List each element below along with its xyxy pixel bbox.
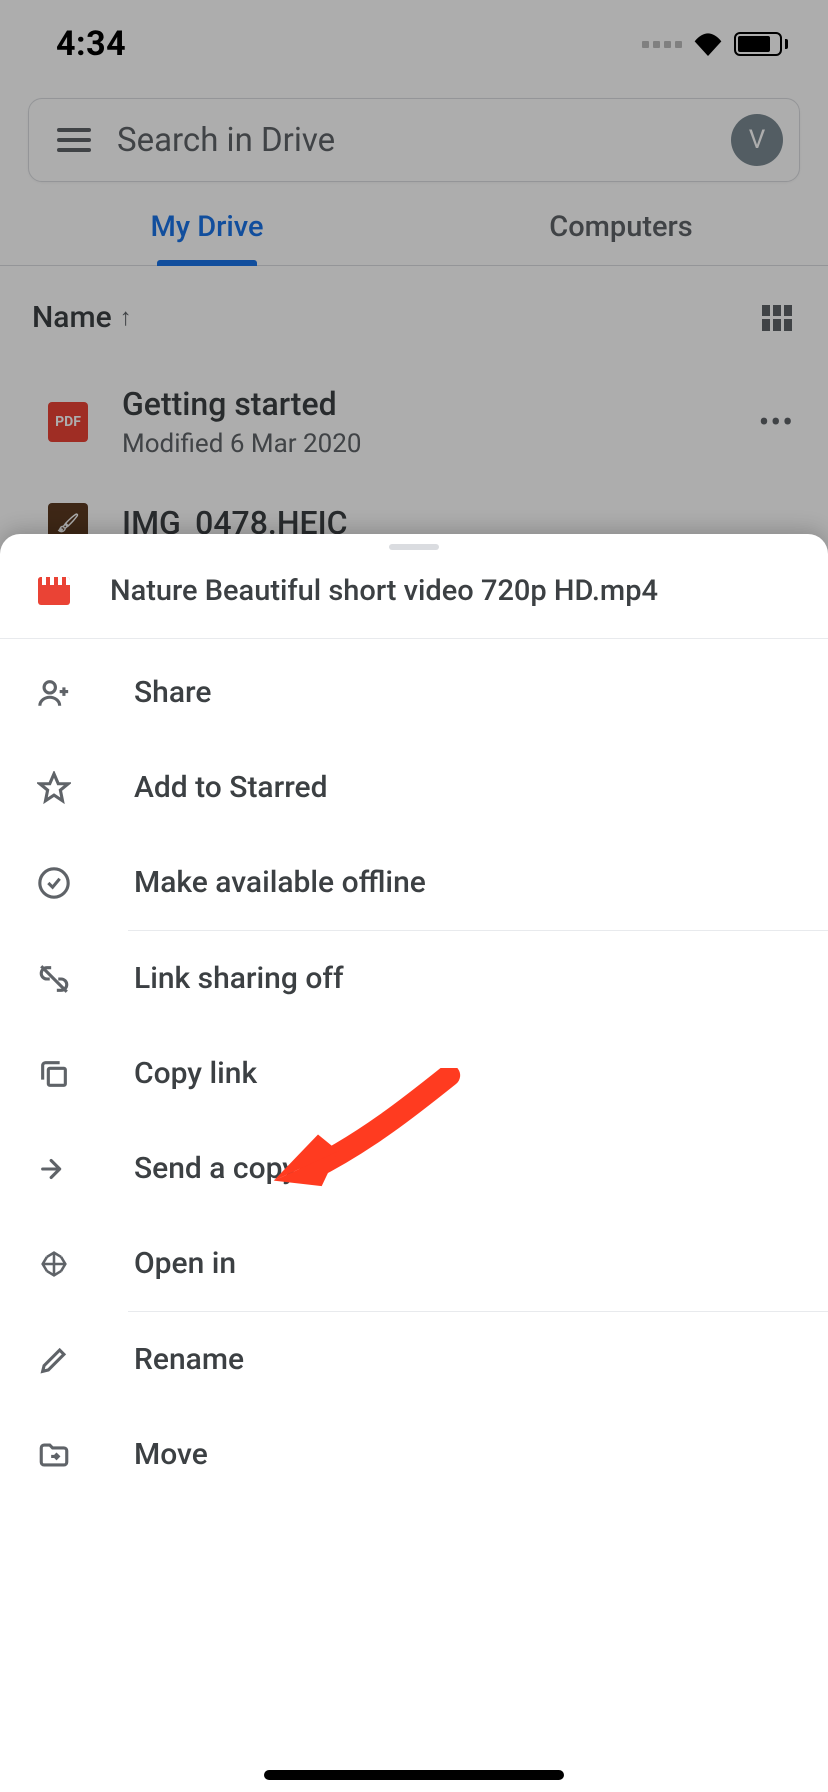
copy-icon [34, 1057, 74, 1091]
home-indicator[interactable] [264, 1770, 564, 1780]
star-button[interactable]: Add to Starred [0, 740, 828, 835]
person-add-icon [34, 676, 74, 710]
send-copy-button[interactable]: Send a copy [0, 1121, 828, 1216]
open-in-button[interactable]: Open in [0, 1216, 828, 1311]
pencil-icon [34, 1343, 74, 1377]
send-icon [34, 1152, 74, 1186]
menu-label: Rename [134, 1342, 244, 1377]
star-icon [34, 771, 74, 805]
rename-button[interactable]: Rename [0, 1312, 828, 1407]
move-button[interactable]: Move [0, 1407, 828, 1502]
offline-pin-icon [34, 866, 74, 900]
action-menu: Share Add to Starred Make available offl… [0, 639, 828, 1502]
link-sharing-button[interactable]: Link sharing off [0, 931, 828, 1026]
menu-label: Add to Starred [134, 770, 328, 805]
folder-move-icon [34, 1438, 74, 1472]
action-sheet: Nature Beautiful short video 720p HD.mp4… [0, 534, 828, 1792]
menu-label: Open in [134, 1246, 236, 1281]
offline-button[interactable]: Make available offline [0, 835, 828, 930]
menu-label: Link sharing off [134, 961, 344, 996]
menu-label: Share [134, 675, 211, 710]
share-button[interactable]: Share [0, 645, 828, 740]
sheet-header: Nature Beautiful short video 720p HD.mp4 [0, 550, 828, 639]
sheet-file-name: Nature Beautiful short video 720p HD.mp4 [110, 574, 658, 608]
menu-label: Send a copy [134, 1151, 297, 1186]
open-in-icon [34, 1247, 74, 1281]
menu-label: Make available offline [134, 865, 426, 900]
menu-label: Move [134, 1437, 208, 1472]
link-off-icon [34, 962, 74, 996]
copy-link-button[interactable]: Copy link [0, 1026, 828, 1121]
menu-label: Copy link [134, 1056, 257, 1091]
video-icon [38, 577, 70, 605]
